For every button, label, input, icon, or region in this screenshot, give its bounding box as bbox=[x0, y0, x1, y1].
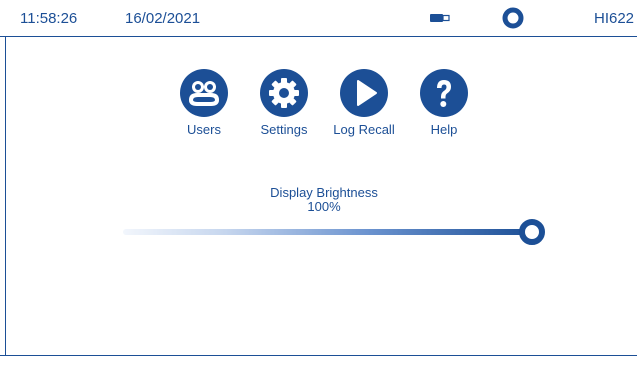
brightness-slider-track[interactable] bbox=[123, 229, 532, 235]
status-bar: 11:58:26 16/02/2021 HI622 bbox=[0, 0, 637, 37]
brightness-title: Display Brightness bbox=[270, 185, 378, 200]
users-label: Users bbox=[187, 122, 221, 137]
settings-label: Settings bbox=[260, 122, 308, 137]
help-label: Help bbox=[430, 122, 458, 137]
gear-icon bbox=[260, 69, 308, 117]
frame-border-left bbox=[5, 37, 6, 355]
device-screen: 11:58:26 16/02/2021 HI622 Users Settings… bbox=[0, 0, 637, 386]
users-icon bbox=[180, 69, 228, 117]
usb-stick-icon bbox=[430, 14, 450, 22]
brightness-slider-handle[interactable] bbox=[519, 219, 545, 245]
record-ring-icon bbox=[502, 7, 524, 29]
brightness-slider[interactable] bbox=[123, 219, 545, 245]
users-button[interactable]: Users bbox=[159, 69, 249, 139]
brightness-value: 100% bbox=[307, 199, 341, 214]
footer-bar bbox=[0, 355, 637, 386]
model-number: HI622 bbox=[594, 10, 635, 27]
log-recall-label: Log Recall bbox=[333, 122, 395, 137]
date-display: 16/02/2021 bbox=[125, 10, 201, 27]
help-button[interactable]: Help bbox=[399, 69, 489, 139]
log-recall-button[interactable]: Log Recall bbox=[319, 69, 409, 139]
play-icon bbox=[340, 69, 388, 117]
question-mark-icon bbox=[420, 69, 468, 117]
clock-time: 11:58:26 bbox=[20, 10, 78, 27]
settings-button[interactable]: Settings bbox=[239, 69, 329, 139]
